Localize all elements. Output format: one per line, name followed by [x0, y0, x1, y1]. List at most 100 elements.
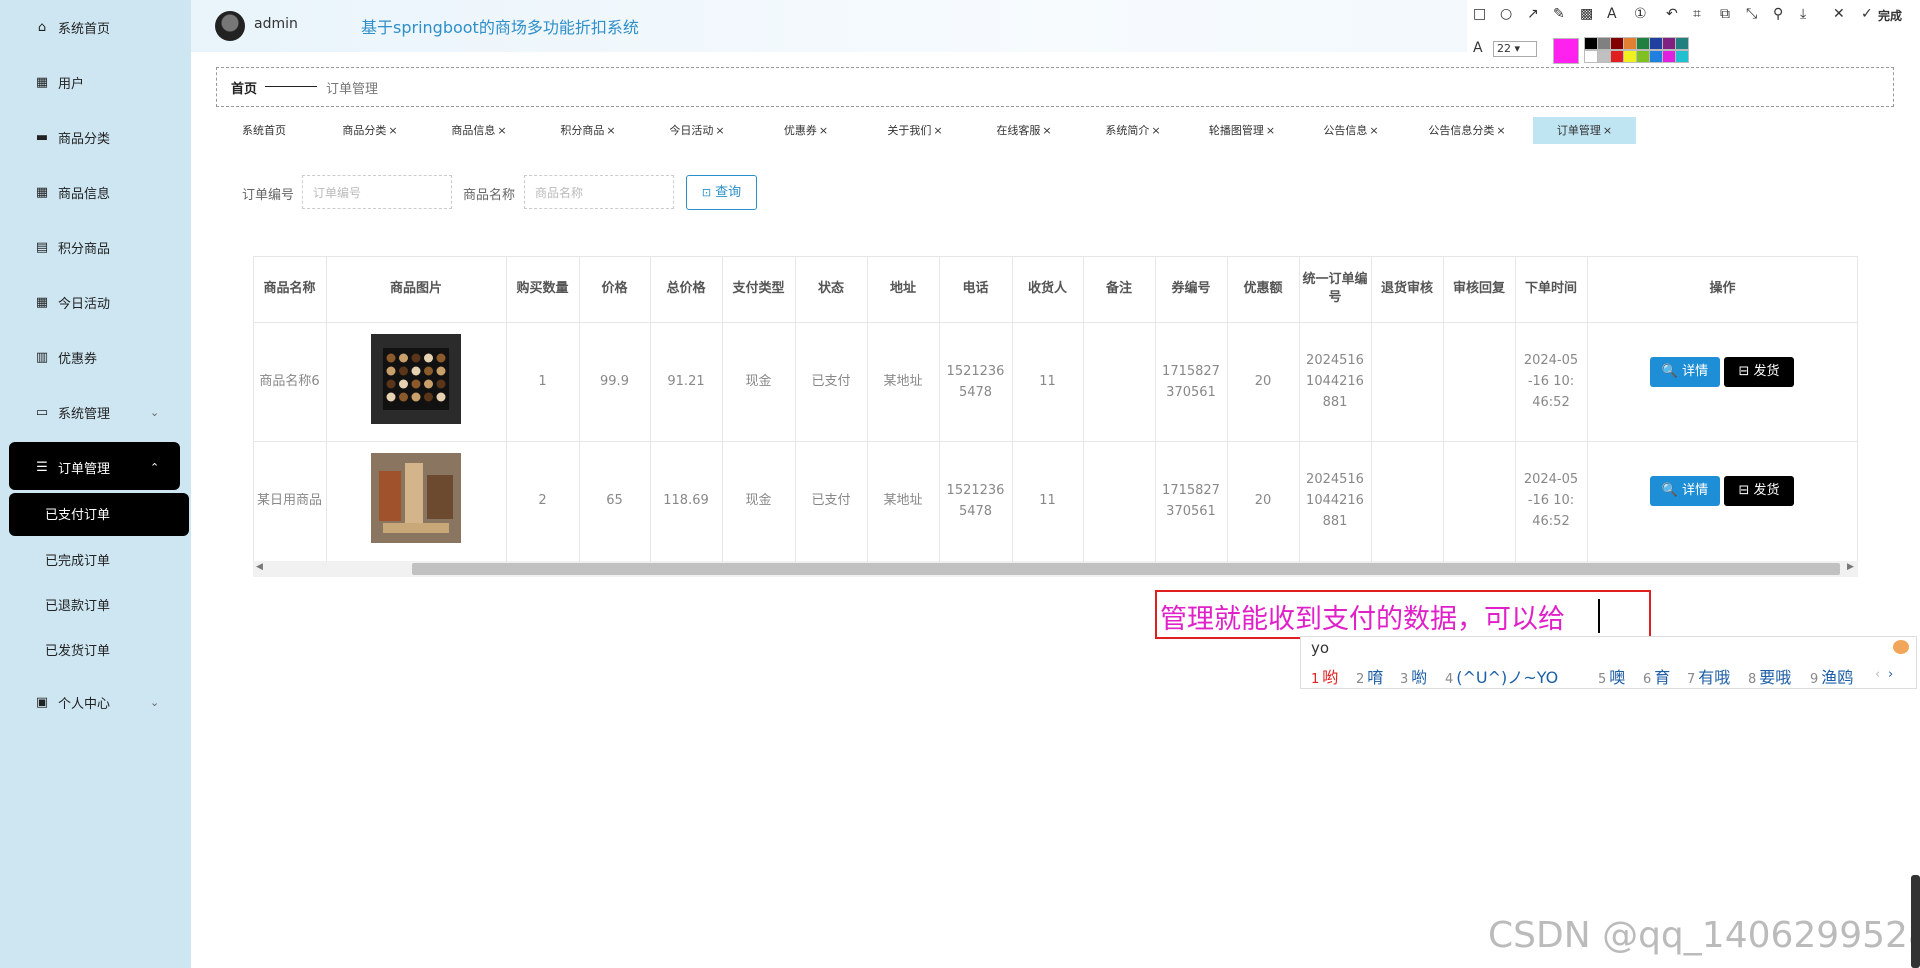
product-name-input[interactable]: 商品名称	[524, 175, 674, 209]
tab[interactable]: 公告信息 ×	[1300, 117, 1402, 144]
color-swatch[interactable]	[1662, 50, 1676, 63]
order-no-input[interactable]: 订单编号	[302, 175, 452, 209]
tab-close-icon[interactable]: ×	[606, 124, 615, 137]
ime-candidate[interactable]: 7 有哦	[1687, 664, 1730, 688]
tab-close-icon[interactable]: ×	[388, 124, 397, 137]
ime-candidate[interactable]: 3喲	[1400, 664, 1427, 688]
tab[interactable]: 在线客服 ×	[973, 117, 1075, 144]
query-button[interactable]: ⊡ 查询	[686, 175, 757, 210]
color-swatch[interactable]	[1675, 50, 1689, 63]
sidebar-item[interactable]: ▣ 个人中心 ⌄	[34, 690, 159, 714]
ime-prev-icon[interactable]: ‹	[1875, 667, 1880, 682]
close-icon[interactable]: ✕	[1833, 6, 1845, 22]
sidebar-item[interactable]: ▦ 用户	[34, 70, 84, 94]
tab-label: 轮播图管理	[1208, 124, 1264, 137]
sidebar-subitem[interactable]: 已退款订单	[45, 595, 110, 614]
scroll-left-arrow-icon[interactable]: ◀	[256, 562, 263, 572]
ime-candidate[interactable]: 2唷	[1356, 664, 1383, 688]
ship-button[interactable]: ⊟ 发货	[1724, 357, 1794, 387]
color-swatch[interactable]	[1623, 50, 1637, 63]
username[interactable]: admin	[254, 16, 298, 32]
ime-candidate[interactable]: 5噢	[1598, 664, 1625, 688]
tab-close-icon[interactable]: ×	[1603, 124, 1612, 137]
sidebar-item[interactable]: ⌂ 系统首页	[34, 15, 110, 39]
ime-candidate[interactable]: 1哟	[1311, 664, 1338, 688]
avatar[interactable]	[215, 11, 245, 41]
tab-close-icon[interactable]: ×	[819, 124, 828, 137]
sidebar-item[interactable]: ▬ 商品分类	[34, 125, 110, 149]
tab[interactable]: 关于我们 ×	[864, 117, 966, 144]
tab-close-icon[interactable]: ×	[1369, 124, 1378, 137]
tab[interactable]: 今日活动 ×	[646, 117, 748, 144]
tab-close-icon[interactable]: ×	[497, 124, 506, 137]
tab[interactable]: 公告信息分类 ×	[1409, 117, 1525, 144]
tab-close-icon[interactable]: ×	[1151, 124, 1160, 137]
tab[interactable]: 商品分类 ×	[319, 117, 421, 144]
tab[interactable]: 系统简介 ×	[1082, 117, 1184, 144]
color-swatch[interactable]	[1610, 37, 1624, 50]
tab[interactable]: 积分商品 ×	[537, 117, 639, 144]
tab-close-icon[interactable]: ×	[715, 124, 724, 137]
ime-candidate[interactable]: 4 (^U^)ノ~YO	[1445, 664, 1558, 688]
pushpin-icon[interactable]: ⚲	[1773, 6, 1783, 22]
color-swatch[interactable]	[1610, 50, 1624, 63]
ime-candidate[interactable]: 8 要哦	[1748, 664, 1791, 688]
tab[interactable]: 系统首页	[216, 117, 312, 144]
ship-button[interactable]: ⊟ 发货	[1724, 476, 1794, 506]
color-swatch[interactable]	[1649, 50, 1663, 63]
color-swatch[interactable]	[1584, 37, 1598, 50]
tab-close-icon[interactable]: ×	[1496, 124, 1505, 137]
text-tool-icon[interactable]: A	[1607, 6, 1617, 22]
check-icon[interactable]: ✓	[1861, 6, 1873, 22]
sidebar-item[interactable]: ▥ 优惠券	[34, 345, 97, 369]
rect-tool-icon[interactable]: □	[1473, 6, 1486, 22]
scrollbar-thumb[interactable]	[412, 563, 1840, 575]
number-tool-icon[interactable]: ①	[1634, 6, 1647, 22]
crop-icon[interactable]: ⌗	[1693, 6, 1701, 22]
sidebar-subitem[interactable]: 已完成订单	[45, 550, 110, 569]
pen-tool-icon[interactable]: ✎	[1553, 6, 1565, 22]
color-swatch[interactable]	[1584, 50, 1598, 63]
undo-icon[interactable]: ↶	[1666, 6, 1678, 22]
download-icon[interactable]: ⤓	[1800, 6, 1806, 22]
tab[interactable]: 优惠券 ×	[755, 117, 857, 144]
copy-icon[interactable]: ⧉	[1720, 6, 1730, 22]
tab-close-icon[interactable]: ×	[933, 124, 942, 137]
sidebar-item[interactable]: ▦ 今日活动	[34, 290, 110, 314]
sidebar-item[interactable]: ▦ 商品信息	[34, 180, 110, 204]
tab-active[interactable]: 订单管理 ×	[1533, 117, 1636, 144]
color-swatch[interactable]	[1636, 37, 1650, 50]
done-button[interactable]: 完成	[1878, 7, 1902, 24]
sidebar-item[interactable]: ▤ 积分商品	[34, 235, 110, 259]
page-scrollbar[interactable]	[1911, 875, 1920, 968]
color-swatch[interactable]	[1675, 37, 1689, 50]
sidebar-subitem[interactable]: 已支付订单	[45, 504, 110, 523]
sidebar-subitem[interactable]: 已发货订单	[45, 640, 110, 659]
ime-candidate[interactable]: 6育	[1643, 664, 1670, 688]
color-swatch[interactable]	[1636, 50, 1650, 63]
font-size-select[interactable]: 22 ▾	[1493, 41, 1537, 57]
sidebar-item[interactable]: ▭ 系统管理 ⌄	[34, 400, 159, 424]
detail-button[interactable]: 🔍 详情	[1650, 357, 1720, 387]
arrow-tool-icon[interactable]: ↗	[1527, 6, 1539, 22]
ime-candidate[interactable]: 9 渔鸥	[1810, 664, 1853, 688]
tab-close-icon[interactable]: ×	[1266, 124, 1275, 137]
ellipse-tool-icon[interactable]: ○	[1500, 6, 1512, 22]
color-swatch[interactable]	[1649, 37, 1663, 50]
color-swatch[interactable]	[1597, 50, 1611, 63]
selected-color-swatch[interactable]	[1553, 38, 1579, 64]
tab-close-icon[interactable]: ×	[1042, 124, 1051, 137]
ime-next-icon[interactable]: ›	[1888, 667, 1893, 682]
detail-button[interactable]: 🔍 详情	[1650, 476, 1720, 506]
color-swatch[interactable]	[1662, 37, 1676, 50]
color-swatch[interactable]	[1623, 37, 1637, 50]
color-swatch[interactable]	[1597, 37, 1611, 50]
tab[interactable]: 轮播图管理 ×	[1191, 117, 1293, 144]
mosaic-tool-icon[interactable]: ▩	[1580, 6, 1593, 22]
tab[interactable]: 商品信息 ×	[428, 117, 530, 144]
sidebar-item[interactable]: ☰ 订单管理 ⌃	[34, 455, 159, 479]
breadcrumb-home[interactable]: 首页	[231, 78, 257, 97]
tab-label: 优惠券	[783, 124, 817, 137]
scroll-right-arrow-icon[interactable]: ▶	[1847, 562, 1854, 572]
pin-icon[interactable]: ⤡	[1746, 6, 1757, 22]
